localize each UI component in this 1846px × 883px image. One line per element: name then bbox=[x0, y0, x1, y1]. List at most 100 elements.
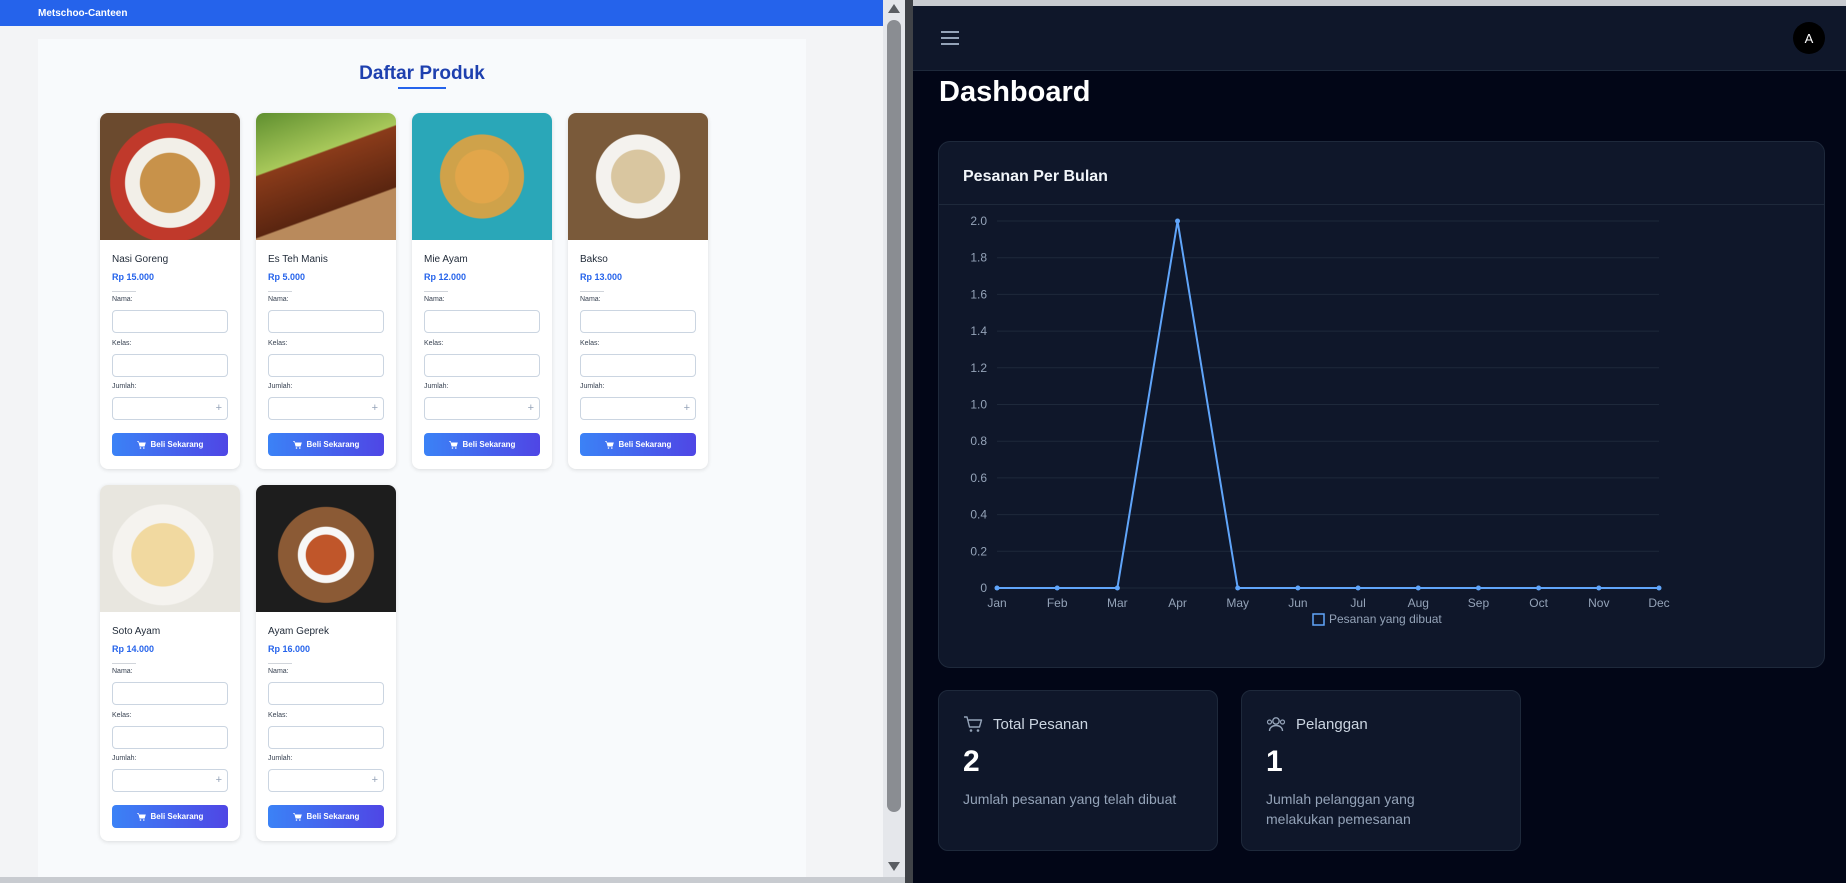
x-tick-label: Oct bbox=[1529, 596, 1548, 610]
x-tick-label: Jan bbox=[987, 596, 1006, 610]
buy-button-label: Beli Sekarang bbox=[306, 440, 360, 449]
data-point bbox=[1235, 585, 1241, 591]
nama-input[interactable] bbox=[112, 310, 228, 333]
x-tick-label: Mar bbox=[1107, 596, 1128, 610]
product-card: Mie Ayam Rp 12.000 Nama: Kelas: Jumlah: + Beli… bbox=[412, 113, 552, 469]
scrollbar[interactable] bbox=[883, 0, 905, 877]
product-card: Bakso Rp 13.000 Nama: Kelas: Jumlah: + Beli Se… bbox=[568, 113, 708, 469]
nama-label: Nama: bbox=[580, 296, 601, 303]
product-card: Es Teh Manis Rp 5.000 Nama: Kelas: Jumlah: + B… bbox=[256, 113, 396, 469]
kelas-label: Kelas: bbox=[112, 340, 132, 347]
data-point bbox=[1656, 585, 1662, 591]
data-point bbox=[1114, 585, 1120, 591]
x-tick-label: Nov bbox=[1588, 596, 1609, 610]
nama-input[interactable] bbox=[268, 310, 384, 333]
brand-link[interactable]: Metschoo-Canteen bbox=[38, 8, 127, 19]
scrollbar-thumb[interactable] bbox=[887, 20, 901, 812]
scroll-down-arrow-icon[interactable] bbox=[888, 862, 900, 871]
avatar[interactable]: A bbox=[1793, 22, 1825, 54]
y-tick-label: 1.4 bbox=[970, 324, 987, 338]
jumlah-input[interactable]: + bbox=[580, 397, 696, 420]
y-tick-label: 0 bbox=[980, 581, 987, 595]
stat-description: Jumlah pesanan yang telah dibuat bbox=[963, 791, 1177, 807]
stat-value: 1 bbox=[1266, 745, 1283, 778]
jumlah-input[interactable]: + bbox=[112, 397, 228, 420]
data-point bbox=[1596, 585, 1602, 591]
product-price: Rp 12.000 bbox=[424, 272, 467, 282]
navbar: Metschoo-Canteen bbox=[0, 0, 883, 26]
stat-description: Jumlah pelanggan yang melakukan pemesana… bbox=[1266, 791, 1415, 827]
data-point bbox=[1295, 585, 1301, 591]
page-title: Daftar Produk bbox=[359, 63, 485, 84]
stat-value: 2 bbox=[963, 745, 980, 778]
increment-icon[interactable]: + bbox=[216, 401, 222, 415]
product-card: Soto Ayam Rp 14.000 Nama: Kelas: Jumlah: + Bel… bbox=[100, 485, 240, 841]
cart-icon bbox=[292, 440, 302, 449]
buy-button[interactable]: Beli Sekarang bbox=[268, 805, 384, 828]
y-tick-label: 1.6 bbox=[970, 287, 987, 301]
nama-input[interactable] bbox=[268, 682, 384, 705]
buy-button-label: Beli Sekarang bbox=[462, 440, 516, 449]
increment-icon[interactable]: + bbox=[372, 401, 378, 415]
jumlah-input[interactable]: + bbox=[112, 769, 228, 792]
y-tick-label: 1.2 bbox=[970, 361, 987, 375]
kelas-input[interactable] bbox=[112, 726, 228, 749]
product-image bbox=[100, 485, 240, 612]
jumlah-input[interactable]: + bbox=[424, 397, 540, 420]
increment-icon[interactable]: + bbox=[528, 401, 534, 415]
product-card: Nasi Goreng Rp 15.000 Nama: Kelas: Jumlah: + B… bbox=[100, 113, 240, 469]
nama-label: Nama: bbox=[268, 668, 289, 675]
data-point bbox=[1415, 585, 1421, 591]
increment-icon[interactable]: + bbox=[684, 401, 690, 415]
nama-input[interactable] bbox=[580, 310, 696, 333]
product-card: Ayam Geprek Rp 16.000 Nama: Kelas: Jumlah: + B… bbox=[256, 485, 396, 841]
x-tick-label: Sep bbox=[1468, 596, 1490, 610]
window-divider bbox=[905, 0, 913, 883]
product-name: Mie Ayam bbox=[424, 254, 468, 265]
product-image bbox=[256, 113, 396, 240]
x-tick-label: Feb bbox=[1047, 596, 1068, 610]
buy-button[interactable]: Beli Sekarang bbox=[112, 433, 228, 456]
scroll-up-arrow-icon[interactable] bbox=[888, 4, 900, 13]
kelas-input[interactable] bbox=[268, 726, 384, 749]
divider bbox=[268, 291, 292, 292]
y-tick-label: 1.8 bbox=[970, 251, 987, 265]
kelas-input[interactable] bbox=[268, 354, 384, 377]
title-underline bbox=[398, 87, 446, 89]
topbar: A bbox=[913, 6, 1846, 71]
jumlah-input[interactable]: + bbox=[268, 769, 384, 792]
cart-icon bbox=[964, 716, 983, 732]
buy-button[interactable]: Beli Sekarang bbox=[268, 433, 384, 456]
jumlah-input[interactable]: + bbox=[268, 397, 384, 420]
kelas-label: Kelas: bbox=[268, 340, 288, 347]
dashboard-window: A Dashboard Pesanan Per Bulan 0 0.2 0.4 0.6… bbox=[913, 6, 1846, 883]
x-tick-label: Jun bbox=[1288, 596, 1307, 610]
increment-icon[interactable]: + bbox=[372, 773, 378, 787]
nama-label: Nama: bbox=[424, 296, 445, 303]
kelas-label: Kelas: bbox=[424, 340, 444, 347]
kelas-input[interactable] bbox=[112, 354, 228, 377]
y-tick-label: 1.0 bbox=[970, 398, 987, 412]
jumlah-label: Jumlah: bbox=[580, 383, 605, 390]
buy-button[interactable]: Beli Sekarang bbox=[112, 805, 228, 828]
kelas-input[interactable] bbox=[424, 354, 540, 377]
nama-input[interactable] bbox=[424, 310, 540, 333]
kelas-input[interactable] bbox=[580, 354, 696, 377]
product-section: Daftar Produk Nasi Goreng Rp 15.000 Nama: K… bbox=[38, 39, 806, 877]
product-name: Bakso bbox=[580, 254, 608, 265]
stat-label: Pelanggan bbox=[1296, 715, 1368, 733]
divider bbox=[112, 663, 136, 664]
kelas-label: Kelas: bbox=[112, 712, 132, 719]
x-tick-label: May bbox=[1226, 596, 1249, 610]
product-price: Rp 14.000 bbox=[112, 644, 155, 654]
nama-input[interactable] bbox=[112, 682, 228, 705]
divider bbox=[112, 291, 136, 292]
kelas-label: Kelas: bbox=[268, 712, 288, 719]
buy-button[interactable]: Beli Sekarang bbox=[424, 433, 540, 456]
buy-button[interactable]: Beli Sekarang bbox=[580, 433, 696, 456]
data-point bbox=[1475, 585, 1481, 591]
cart-icon bbox=[448, 440, 458, 449]
increment-icon[interactable]: + bbox=[216, 773, 222, 787]
cart-icon bbox=[136, 812, 146, 821]
hamburger-menu-icon[interactable] bbox=[941, 31, 959, 45]
